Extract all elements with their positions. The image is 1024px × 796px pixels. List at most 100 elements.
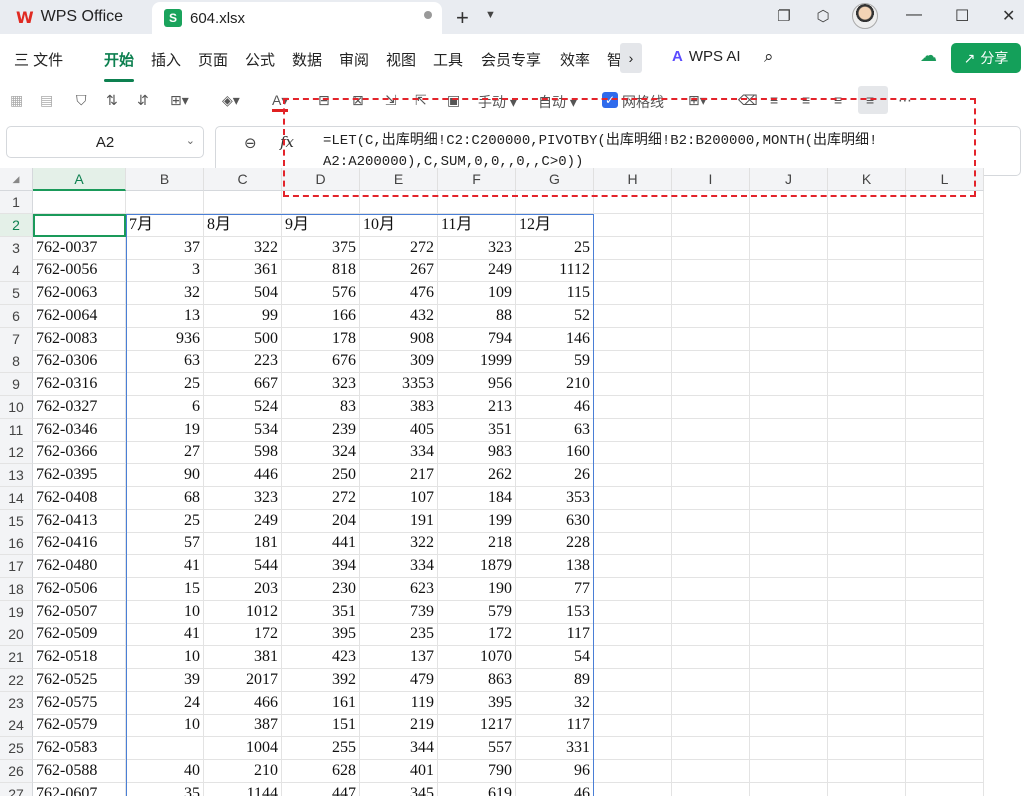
row-header[interactable]: 26 bbox=[0, 759, 33, 783]
row-header[interactable]: 11 bbox=[0, 418, 33, 442]
cell[interactable] bbox=[750, 555, 828, 578]
cell[interactable] bbox=[828, 691, 906, 715]
cell[interactable] bbox=[672, 691, 750, 715]
cell[interactable] bbox=[828, 577, 906, 601]
cell[interactable] bbox=[672, 327, 750, 351]
cell[interactable] bbox=[594, 236, 672, 260]
menu-data[interactable]: 数据 bbox=[292, 49, 322, 70]
cell[interactable] bbox=[750, 304, 828, 328]
menu-formula[interactable]: 公式 bbox=[245, 49, 275, 70]
cell[interactable] bbox=[750, 623, 828, 647]
menu-review[interactable]: 审阅 bbox=[339, 49, 369, 70]
cell[interactable] bbox=[750, 373, 828, 396]
cell[interactable] bbox=[594, 509, 672, 533]
menu-page[interactable]: 页面 bbox=[198, 49, 228, 70]
cell[interactable] bbox=[906, 623, 984, 647]
cell[interactable] bbox=[750, 691, 828, 715]
menu-insert[interactable]: 插入 bbox=[151, 49, 181, 70]
chevron-down-icon[interactable]: ⌄ bbox=[186, 134, 195, 147]
cell[interactable]: 762-0395 bbox=[33, 464, 126, 487]
cell[interactable] bbox=[828, 623, 906, 647]
cell[interactable] bbox=[672, 236, 750, 260]
row-header[interactable]: 12 bbox=[0, 441, 33, 465]
row-header[interactable]: 22 bbox=[0, 668, 33, 692]
window-restore-icon[interactable]: ❐ bbox=[775, 8, 793, 26]
cell[interactable] bbox=[594, 373, 672, 396]
cell[interactable] bbox=[750, 509, 828, 533]
cell[interactable] bbox=[594, 259, 672, 283]
cell[interactable] bbox=[672, 304, 750, 328]
cell[interactable] bbox=[828, 373, 906, 396]
cell[interactable] bbox=[906, 509, 984, 533]
row-header[interactable]: 27 bbox=[0, 782, 33, 796]
cell[interactable]: 762-0346 bbox=[33, 418, 126, 442]
zoom-icon[interactable]: ⊖ bbox=[244, 134, 257, 152]
minimize-icon[interactable]: — bbox=[906, 6, 922, 24]
cell[interactable] bbox=[750, 600, 828, 624]
cell[interactable] bbox=[594, 350, 672, 374]
cell[interactable]: 762-0525 bbox=[33, 668, 126, 692]
cell[interactable] bbox=[828, 464, 906, 487]
row-header[interactable]: 24 bbox=[0, 714, 33, 738]
row-header[interactable]: 25 bbox=[0, 737, 33, 760]
cell[interactable] bbox=[828, 600, 906, 624]
cell[interactable] bbox=[750, 737, 828, 760]
user-avatar[interactable] bbox=[852, 3, 878, 29]
menu-scroll-right-icon[interactable]: › bbox=[620, 43, 642, 73]
cell[interactable] bbox=[906, 759, 984, 783]
cell[interactable]: 762-0306 bbox=[33, 350, 126, 374]
cell[interactable] bbox=[672, 282, 750, 305]
cell[interactable] bbox=[906, 350, 984, 374]
cell[interactable]: 762-0064 bbox=[33, 304, 126, 328]
cell[interactable] bbox=[906, 282, 984, 305]
cell[interactable] bbox=[828, 555, 906, 578]
cell[interactable] bbox=[828, 486, 906, 510]
cell[interactable] bbox=[672, 737, 750, 760]
cell[interactable] bbox=[750, 236, 828, 260]
cell[interactable] bbox=[594, 464, 672, 487]
row-header[interactable]: 10 bbox=[0, 395, 33, 419]
search-icon[interactable]: ⌕ bbox=[764, 47, 774, 67]
cell[interactable]: 762-0063 bbox=[33, 282, 126, 305]
menu-home[interactable]: 开始 bbox=[104, 49, 134, 70]
cell[interactable] bbox=[906, 418, 984, 442]
row-header[interactable]: 4 bbox=[0, 259, 33, 283]
name-box[interactable]: A2 ⌄ bbox=[6, 126, 204, 158]
cell[interactable] bbox=[828, 418, 906, 442]
cell[interactable]: 762-0416 bbox=[33, 532, 126, 556]
cell[interactable]: 762-0316 bbox=[33, 373, 126, 396]
menu-view[interactable]: 视图 bbox=[386, 49, 416, 70]
cloud-sync-icon[interactable]: ☁ bbox=[920, 46, 937, 66]
cell[interactable] bbox=[906, 646, 984, 669]
row-header[interactable]: 18 bbox=[0, 577, 33, 601]
cell[interactable] bbox=[906, 441, 984, 465]
cell[interactable] bbox=[750, 350, 828, 374]
cell[interactable] bbox=[594, 600, 672, 624]
cell[interactable] bbox=[906, 691, 984, 715]
cell[interactable]: 762-0507 bbox=[33, 600, 126, 624]
cell[interactable]: 762-0509 bbox=[33, 623, 126, 647]
cell[interactable] bbox=[672, 418, 750, 442]
cell[interactable]: 762-0575 bbox=[33, 691, 126, 715]
row-header[interactable]: 13 bbox=[0, 464, 33, 487]
cell[interactable] bbox=[750, 327, 828, 351]
cell[interactable] bbox=[672, 759, 750, 783]
cell[interactable] bbox=[672, 509, 750, 533]
cell[interactable] bbox=[828, 259, 906, 283]
cell[interactable] bbox=[672, 464, 750, 487]
row-header[interactable]: 19 bbox=[0, 600, 33, 624]
cell[interactable] bbox=[906, 714, 984, 738]
cell[interactable] bbox=[594, 759, 672, 783]
cell[interactable] bbox=[906, 304, 984, 328]
paste-format-icon[interactable]: ▤ bbox=[40, 92, 53, 109]
format-number-icon[interactable]: ▦ bbox=[10, 92, 23, 109]
cell[interactable] bbox=[594, 646, 672, 669]
cell[interactable]: 762-0083 bbox=[33, 327, 126, 351]
cell[interactable] bbox=[906, 737, 984, 760]
cell[interactable] bbox=[594, 623, 672, 647]
cell[interactable] bbox=[594, 395, 672, 419]
cell[interactable] bbox=[672, 259, 750, 283]
cell[interactable] bbox=[906, 213, 984, 237]
cell[interactable] bbox=[750, 577, 828, 601]
cell[interactable] bbox=[672, 577, 750, 601]
